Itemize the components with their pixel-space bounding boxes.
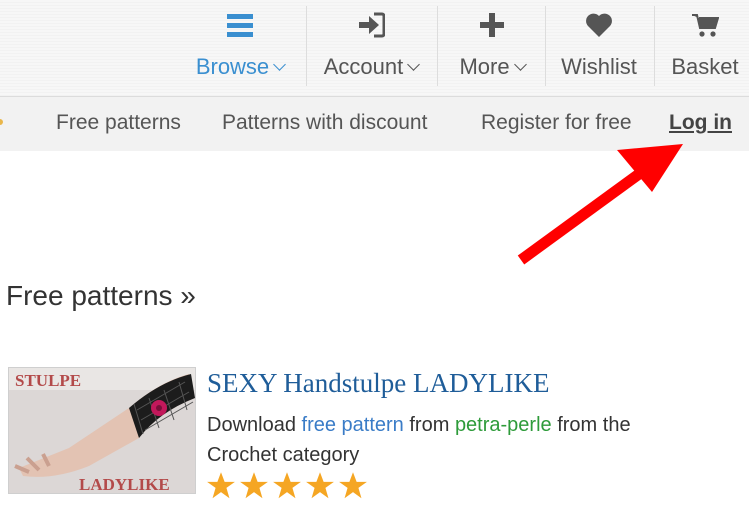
heart-icon: [585, 11, 613, 39]
nav-more[interactable]: More: [442, 0, 542, 96]
patterns-with-discount-link[interactable]: Patterns with discount: [222, 111, 427, 135]
cart-icon: [691, 11, 719, 39]
nav-wishlist[interactable]: Wishlist: [549, 0, 649, 96]
nav-wishlist-label: Wishlist: [561, 54, 637, 79]
image-caption-bottom: LADYLIKE: [79, 475, 170, 493]
desc-mid: from: [403, 414, 455, 436]
plus-icon: [480, 11, 504, 39]
free-patterns-link[interactable]: Free patterns: [56, 111, 181, 135]
nav-divider: [437, 6, 438, 86]
nav-browse-label: Browse: [195, 54, 270, 79]
star-icon: [306, 472, 334, 499]
sign-in-icon: [357, 11, 385, 39]
nav-basket-label: Basket: [671, 54, 739, 79]
nav-browse[interactable]: Browse: [180, 0, 300, 96]
desc-prefix: Download: [207, 414, 302, 436]
nav-more-label: More: [459, 54, 510, 79]
rating-stars: [206, 471, 368, 500]
chevron-down-icon: [407, 57, 421, 71]
nav-divider: [545, 6, 546, 86]
menu-icon: [227, 11, 253, 39]
top-navigation: Browse Account More Wishlist Basket: [0, 0, 749, 97]
chevron-down-icon: [513, 57, 527, 71]
chevron-down-icon: [273, 57, 287, 71]
nav-account[interactable]: Account: [310, 0, 432, 96]
pattern-description: Download free pattern from petra-perle f…: [207, 410, 647, 470]
star-icon: [207, 472, 235, 499]
star-icon: [339, 472, 367, 499]
star-icon: [273, 472, 301, 499]
free-pattern-link[interactable]: free pattern: [302, 414, 404, 436]
pattern-thumbnail[interactable]: STULPE LADYLIKE: [8, 367, 196, 494]
nav-account-label: Account: [323, 54, 404, 79]
nav-basket[interactable]: Basket: [658, 0, 749, 96]
star-icon: [240, 472, 268, 499]
annotation-arrow: [517, 144, 683, 265]
nav-divider: [306, 6, 307, 86]
nav-divider: [654, 6, 655, 86]
decorative-dot: [0, 119, 3, 125]
section-title: Free patterns »: [6, 280, 196, 311]
register-link[interactable]: Register for free: [481, 111, 632, 135]
pattern-title-link[interactable]: SEXY Handstulpe LADYLIKE: [207, 368, 549, 399]
image-caption-top: STULPE: [15, 371, 81, 390]
login-link[interactable]: Log in: [669, 111, 732, 135]
author-link[interactable]: petra-perle: [455, 414, 552, 436]
